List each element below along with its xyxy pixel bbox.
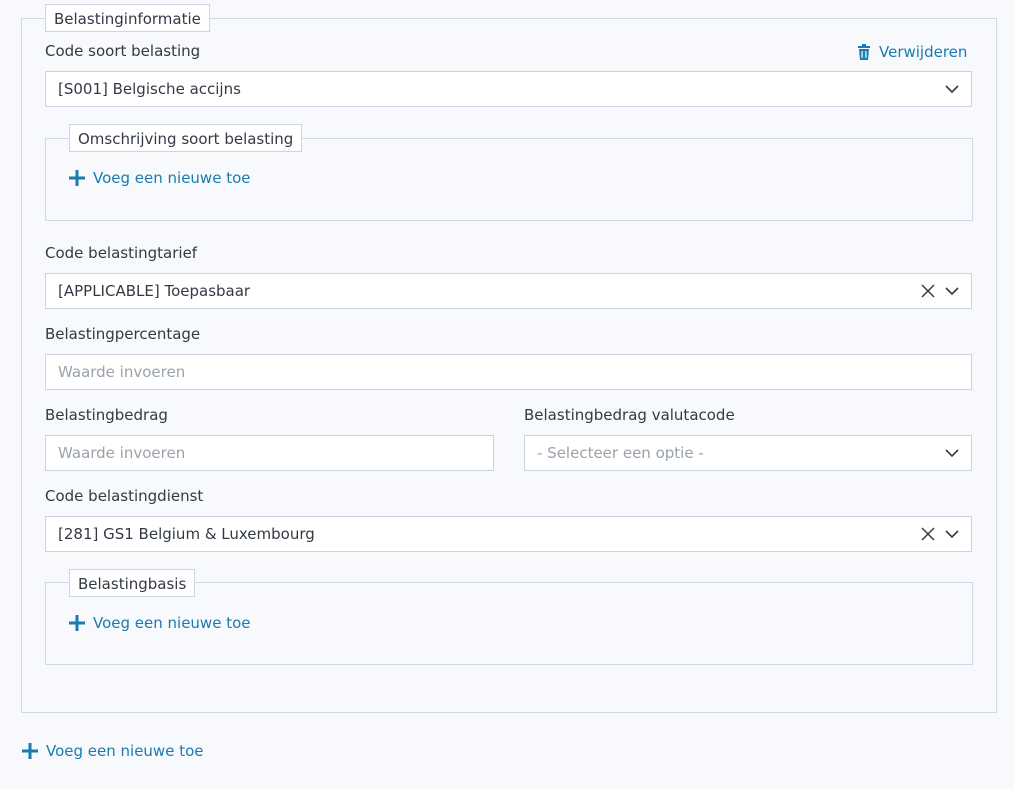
remove-button[interactable]: Verwijderen (857, 43, 967, 61)
tax-rate-code-label: Code belastingtarief (45, 244, 198, 262)
tax-amount-label: Belastingbedrag (45, 406, 168, 424)
add-tax-type-description-button[interactable]: Voeg een nieuwe toe (69, 169, 251, 187)
add-label: Voeg een nieuwe toe (46, 742, 204, 760)
tax-type-code-value: [S001] Belgische accijns (58, 80, 241, 98)
plus-icon (69, 170, 85, 186)
tax-type-description-legend: Omschrijving soort belasting (69, 124, 303, 152)
tax-percentage-input[interactable] (58, 356, 880, 388)
tax-percentage-label: Belastingpercentage (45, 325, 201, 343)
tax-percentage-input-wrapper (45, 354, 972, 390)
plus-icon (69, 615, 85, 631)
tax-currency-label: Belastingbedrag valutacode (524, 406, 735, 424)
tax-agency-code-select[interactable]: [281] GS1 Belgium & Luxembourg (45, 516, 972, 552)
tax-currency-select[interactable]: - Selecteer een optie - (524, 435, 972, 471)
chevron-down-icon (945, 287, 959, 296)
trash-icon (858, 44, 870, 60)
tax-type-code-label: Code soort belasting (45, 42, 201, 60)
add-label: Voeg een nieuwe toe (93, 169, 251, 187)
tax-amount-input[interactable] (58, 437, 450, 469)
chevron-down-icon (945, 85, 959, 94)
tax-agency-code-label: Code belastingdienst (45, 487, 204, 505)
add-tax-info-button[interactable]: Voeg een nieuwe toe (22, 742, 204, 760)
tax-info-legend: Belastinginformatie (45, 4, 210, 32)
tax-agency-code-value: [281] GS1 Belgium & Luxembourg (58, 525, 315, 543)
tax-amount-input-wrapper (45, 435, 494, 471)
clear-icon[interactable] (921, 527, 935, 541)
remove-label: Verwijderen (879, 43, 968, 61)
add-tax-basis-button[interactable]: Voeg een nieuwe toe (69, 614, 251, 632)
tax-rate-code-select[interactable]: [APPLICABLE] Toepasbaar (45, 273, 972, 309)
plus-icon (22, 743, 38, 759)
tax-basis-legend: Belastingbasis (69, 569, 196, 597)
chevron-down-icon (945, 530, 959, 539)
clear-icon[interactable] (921, 284, 935, 298)
chevron-down-icon (945, 449, 959, 458)
tax-rate-code-value: [APPLICABLE] Toepasbaar (58, 282, 251, 300)
add-label: Voeg een nieuwe toe (93, 614, 251, 632)
tax-currency-placeholder: - Selecteer een optie - (537, 444, 704, 462)
tax-type-code-select[interactable]: [S001] Belgische accijns (45, 71, 972, 107)
